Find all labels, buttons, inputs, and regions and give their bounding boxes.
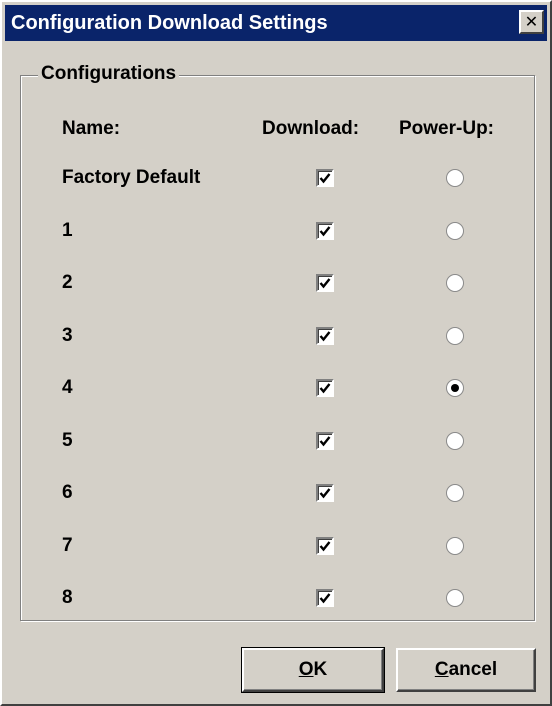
name-column-header: Name: [62, 118, 121, 139]
config-name-label: 6 [62, 482, 73, 503]
power-up-radio[interactable] [446, 274, 464, 292]
config-name-label: 4 [62, 377, 73, 398]
cancel-button[interactable]: Cancel [396, 648, 536, 692]
cancel-mnemonic: C [434, 659, 449, 680]
config-name-label: 1 [62, 220, 73, 241]
ok-mnemonic: O [298, 659, 314, 680]
config-name-label: 5 [62, 430, 73, 451]
title-bar[interactable]: Configuration Download Settings ✕ [5, 5, 547, 41]
power-up-radio[interactable] [446, 379, 464, 397]
config-name-label: 7 [62, 535, 73, 556]
configuration-download-dialog: Configuration Download Settings ✕ Config… [0, 0, 552, 706]
download-checkbox[interactable] [316, 589, 334, 607]
power-up-column-header: Power-Up: [399, 118, 494, 139]
ok-label-rest: K [313, 659, 328, 680]
download-checkbox[interactable] [316, 327, 334, 345]
power-up-radio[interactable] [446, 169, 464, 187]
cancel-label-rest: ancel [448, 659, 498, 680]
config-name-label: Factory Default [62, 167, 201, 188]
download-checkbox[interactable] [316, 484, 334, 502]
window-title: Configuration Download Settings [11, 12, 328, 34]
configurations-legend: Configurations [38, 63, 180, 85]
close-button[interactable]: ✕ [519, 10, 544, 34]
power-up-radio[interactable] [446, 327, 464, 345]
config-name-label: 8 [62, 587, 73, 608]
ok-button[interactable]: OK [241, 647, 385, 693]
download-checkbox[interactable] [316, 379, 334, 397]
download-checkbox[interactable] [316, 537, 334, 555]
download-checkbox[interactable] [316, 274, 334, 292]
close-icon: ✕ [524, 12, 539, 31]
config-name-label: 2 [62, 272, 73, 293]
power-up-radio[interactable] [446, 589, 464, 607]
power-up-radio[interactable] [446, 537, 464, 555]
download-column-header: Download: [262, 118, 360, 139]
power-up-radio[interactable] [446, 432, 464, 450]
power-up-radio[interactable] [446, 222, 464, 240]
power-up-radio[interactable] [446, 484, 464, 502]
download-checkbox[interactable] [316, 432, 334, 450]
download-checkbox[interactable] [316, 169, 334, 187]
config-name-label: 3 [62, 325, 73, 346]
download-checkbox[interactable] [316, 222, 334, 240]
